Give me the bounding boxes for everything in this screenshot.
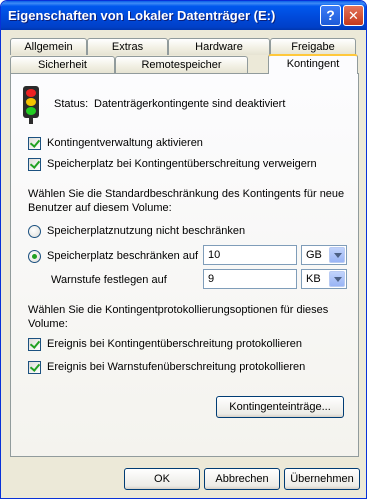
chevron-down-icon[interactable] (329, 271, 345, 287)
quota-entries-button[interactable]: Kontingenteinträge... (216, 396, 344, 418)
warn-label: Warnstufe festlegen auf (51, 274, 167, 286)
default-limit-text: Wählen Sie die Standardbeschränkung des … (28, 188, 345, 214)
limit-unit-select[interactable]: GB (301, 245, 347, 265)
ok-button[interactable]: OK (124, 468, 200, 490)
enable-quota-checkbox[interactable] (28, 137, 41, 150)
properties-dialog: Eigenschaften von Lokaler Datenträger (E… (0, 0, 367, 499)
traffic-light-icon (23, 86, 39, 124)
status-text: Datenträgerkontingente sind deaktiviert (94, 98, 286, 110)
no-limit-radio[interactable] (28, 225, 41, 238)
tab-sicherheit[interactable]: Sicherheit (10, 56, 115, 73)
close-button[interactable]: ✕ (343, 5, 364, 26)
chevron-down-icon[interactable] (329, 247, 345, 263)
apply-button[interactable]: Übernehmen (284, 468, 360, 490)
tab-hardware[interactable]: Hardware (168, 38, 270, 55)
warn-unit-value: KB (306, 273, 321, 285)
warn-value-input[interactable]: 9 (203, 269, 297, 289)
log-exceed-label[interactable]: Ereignis bei Kontingentüberschreitung pr… (47, 338, 302, 350)
log-options-text: Wählen Sie die Kontingentprotokollierung… (28, 304, 329, 330)
deny-space-checkbox[interactable] (28, 158, 41, 171)
tab-allgemein[interactable]: Allgemein (10, 38, 87, 55)
limit-radio[interactable] (28, 250, 41, 263)
title-bar[interactable]: Eigenschaften von Lokaler Datenträger (E… (1, 1, 366, 30)
log-exceed-checkbox[interactable] (28, 338, 41, 351)
log-warn-checkbox[interactable] (28, 361, 41, 374)
tab-kontingent[interactable]: Kontingent (268, 54, 358, 74)
window-title: Eigenschaften von Lokaler Datenträger (E… (8, 8, 276, 23)
no-limit-label[interactable]: Speicherplatznutzung nicht beschränken (47, 225, 245, 237)
tab-remotespeicher[interactable]: Remotespeicher (115, 56, 248, 73)
tab-freigabe[interactable]: Freigabe (270, 38, 356, 55)
status-label: Status: (54, 98, 89, 110)
deny-space-label[interactable]: Speicherplatz bei Kontingentüberschreitu… (47, 158, 317, 170)
limit-unit-value: GB (306, 249, 322, 261)
limit-label[interactable]: Speicherplatz beschränken auf (47, 250, 198, 262)
help-button[interactable]: ? (320, 5, 341, 26)
cancel-button[interactable]: Abbrechen (204, 468, 280, 490)
log-warn-label[interactable]: Ereignis bei Warnstufenüberschreitung pr… (47, 361, 305, 373)
kontingent-panel: Status: Datenträgerkontingente sind deak… (10, 73, 359, 457)
limit-value-input[interactable]: 10 (203, 245, 297, 265)
enable-quota-label[interactable]: Kontingentverwaltung aktivieren (47, 137, 203, 149)
tab-extras[interactable]: Extras (87, 38, 168, 55)
warn-unit-select[interactable]: KB (301, 269, 347, 289)
